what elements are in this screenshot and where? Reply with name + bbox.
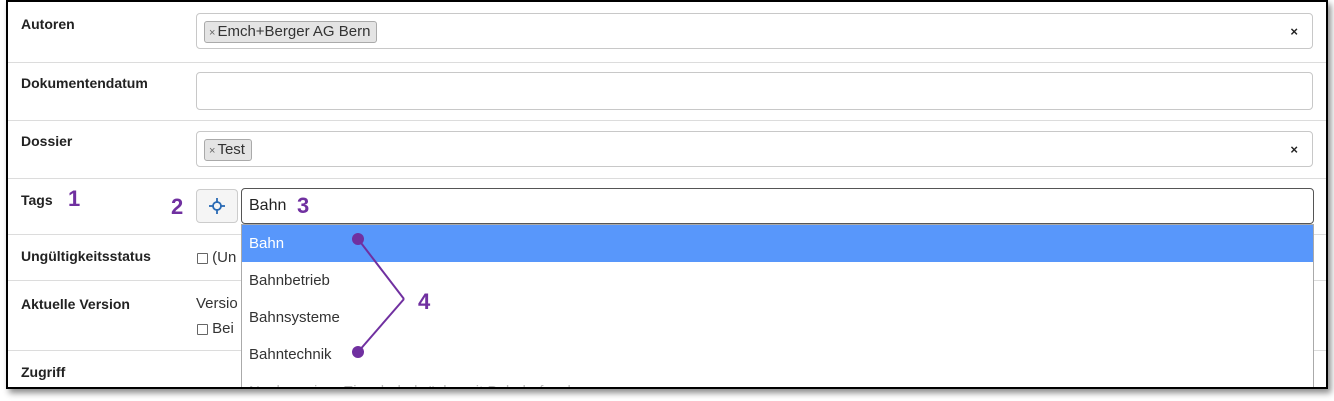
label-autoren: Autoren: [21, 16, 75, 32]
label-dossier: Dossier: [21, 133, 73, 149]
label-ungueltigkeitsstatus: Ungültigkeitsstatus: [21, 248, 151, 264]
tag-option[interactable]: Bahnsysteme: [242, 299, 1313, 336]
form-panel: Autoren × Emch+Berger AG Bern × Dokumente…: [6, 0, 1328, 389]
tags-search-input[interactable]: Bahn: [241, 188, 1314, 224]
chip-remove-icon[interactable]: ×: [209, 145, 215, 157]
row-dossier: Dossier × Test ×: [8, 120, 1326, 179]
clear-dossier-icon[interactable]: ×: [1290, 142, 1298, 157]
tag-option[interactable]: Bahn: [242, 225, 1313, 262]
tag-picker-button[interactable]: [196, 189, 238, 223]
tag-option[interactable]: Bahnbetrieb: [242, 262, 1313, 299]
version-checkbox-wrap: Bei: [197, 320, 234, 337]
annotation-2: 2: [171, 194, 184, 219]
row-dokumentendatum: Dokumentendatum: [8, 62, 1326, 121]
ungueltigkeit-checkbox[interactable]: [197, 252, 208, 264]
clear-autoren-icon[interactable]: ×: [1290, 24, 1298, 39]
label-zugriff: Zugriff: [21, 364, 66, 380]
tags-dropdown: Bahn Bahnbetrieb Bahnsysteme Bahntechnik…: [241, 224, 1314, 387]
annotation-3: 3: [297, 193, 310, 218]
autoren-chip-label: Emch+Berger AG Bern: [217, 23, 371, 40]
label-dokumentendatum: Dokumentendatum: [21, 75, 148, 91]
crosshair-icon: [209, 198, 225, 214]
version-checkbox[interactable]: [197, 323, 208, 335]
annotation-4: 4: [418, 289, 431, 314]
ungueltigkeit-checkbox-wrap: (Un: [197, 249, 236, 266]
dossier-chip: × Test: [204, 139, 252, 161]
label-aktuelle-version: Aktuelle Version: [21, 296, 130, 312]
version-text: Versio: [196, 295, 238, 312]
dossier-field[interactable]: × Test ×: [196, 131, 1313, 167]
row-autoren: Autoren × Emch+Berger AG Bern ×: [8, 2, 1326, 63]
tag-option[interactable]: Neubau einer Eisenbahnbrücke mit Bahnhof…: [242, 373, 1313, 387]
tag-option[interactable]: Bahntechnik: [242, 336, 1313, 373]
ungueltigkeit-checkbox-label: (Un: [212, 249, 237, 266]
chip-remove-icon[interactable]: ×: [209, 27, 215, 39]
annotation-1: 1: [68, 186, 81, 211]
dokumentendatum-input[interactable]: [196, 72, 1313, 110]
dossier-chip-label: Test: [217, 141, 245, 158]
autoren-chip: × Emch+Berger AG Bern: [204, 21, 378, 43]
label-tags: Tags: [21, 192, 53, 208]
version-checkbox-label: Bei: [212, 320, 234, 337]
autoren-field[interactable]: × Emch+Berger AG Bern ×: [196, 13, 1313, 49]
